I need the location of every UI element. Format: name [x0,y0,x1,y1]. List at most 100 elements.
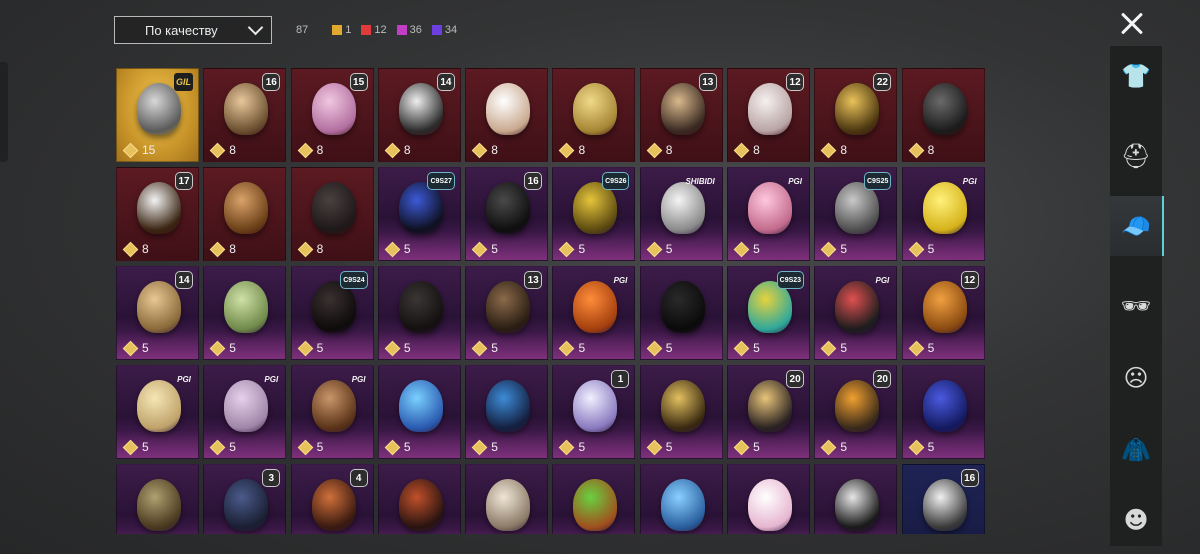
item-tile[interactable]: 15 [552,365,636,459]
item-tile[interactable] [639,464,723,534]
level-badge: 14 [436,73,455,91]
item-art-icon [748,182,793,234]
item-tile[interactable]: PGI 5 [116,365,199,459]
item-tile[interactable]: C9S27 5 [377,167,461,261]
item-cost-value: 5 [927,341,935,355]
item-cost: 5 [821,241,847,257]
item-cost-value: 5 [665,440,673,454]
category-tab-face[interactable]: ☻ [1110,490,1162,550]
level-badge: 13 [698,73,717,91]
currency-icon [384,241,401,257]
item-tile[interactable] [552,464,636,534]
item-tile[interactable]: 8 [203,167,287,261]
category-tab-cap[interactable]: 🧢 [1110,196,1164,256]
item-cost-value: 8 [491,143,498,157]
sort-quality-dropdown[interactable]: По качеству [114,16,272,44]
item-cost: 5 [821,439,848,455]
item-tile[interactable]: C9S24 5 [290,266,374,360]
item-cost: 8 [646,142,672,158]
item-tile[interactable]: 8 [552,68,636,162]
item-tile[interactable]: 5 [901,365,985,459]
currency-icon [384,439,401,455]
item-tile[interactable]: 4 [290,464,374,534]
item-tile[interactable]: 16 [901,464,985,534]
item-tile[interactable]: 17 8 [116,167,199,261]
item-tile[interactable]: PGI 5 [290,365,374,459]
item-tile[interactable]: 8 [465,68,549,162]
level-badge: 15 [349,73,368,91]
season-badge: C9S26 [602,172,630,190]
item-tile[interactable] [377,464,461,534]
item-tile[interactable]: 14 5 [116,266,199,360]
item-tile[interactable]: C9S23 5 [727,266,811,360]
item-cost-value: 5 [316,440,324,454]
item-tile[interactable]: 3 [203,464,287,534]
item-tile[interactable]: SHIBIDI 5 [639,167,723,261]
item-tile[interactable]: 12 5 [901,266,985,360]
item-tile[interactable]: 5 [639,365,723,459]
item-cost-value: 8 [316,242,324,256]
item-cost: 5 [122,439,149,455]
item-tile[interactable]: 12 8 [727,68,811,162]
item-tile[interactable]: 20 5 [814,365,898,459]
item-cost-value: 5 [578,341,586,355]
item-art-icon [922,380,967,432]
item-tile[interactable]: PGI 5 [727,167,811,261]
item-tile[interactable]: 13 8 [639,68,723,162]
count-red: 12 [361,24,387,36]
item-tile[interactable]: 14 8 [377,68,461,162]
item-cost-value: 5 [753,440,760,454]
item-tile[interactable]: PGI 5 [814,266,898,360]
item-art-icon [922,83,967,135]
item-tile[interactable]: C9S25 5 [814,167,898,261]
category-tab-helmet[interactable]: ⛑ [1110,126,1162,186]
level-badge: 22 [873,73,892,91]
item-tile[interactable] [116,464,199,534]
close-icon[interactable] [1116,8,1148,40]
currency-icon [559,142,575,158]
currency-icon [908,340,924,356]
item-tile[interactable]: 20 5 [727,365,811,459]
mask-icon: ☹ [1123,364,1149,392]
category-tab-jacket[interactable]: 🧥 [1110,420,1162,480]
item-tile[interactable]: 15 8 [290,68,374,162]
currency-icon [210,340,226,356]
item-cost-value: 5 [840,341,848,355]
category-sidebar: 👕 ⛑ 🧢 🕶 ☹ 🧥 ☻ [1110,46,1164,546]
gold-swatch [332,25,343,35]
item-tile[interactable]: 22 8 [814,68,898,162]
item-tile[interactable]: 5 [203,266,287,360]
item-art-icon [748,83,793,135]
item-art-icon [137,380,181,432]
item-tile[interactable]: PGI 5 [901,167,985,261]
cap-icon: 🧢 [1121,212,1151,240]
item-tile[interactable]: 5 [639,266,723,360]
item-tile[interactable] [814,464,898,534]
item-tile[interactable]: GIL 15 [116,68,199,162]
currency-icon [297,241,313,257]
item-tile[interactable]: 8 [290,167,374,261]
item-tile[interactable]: 5 [465,365,549,459]
item-tile[interactable]: 5 [377,266,461,360]
item-art-icon [224,83,269,135]
item-art-icon [660,281,705,333]
item-art-icon [224,479,269,531]
item-tile[interactable]: 5 [377,365,461,459]
item-tile[interactable]: PGI 5 [552,266,636,360]
item-tile[interactable]: PGI 5 [203,365,287,459]
item-tile[interactable]: C9S26 5 [552,167,636,261]
item-tile[interactable]: 8 [901,68,985,162]
item-cost: 5 [646,439,673,455]
category-tab-goggles[interactable]: 🕶 [1110,276,1162,336]
item-tile[interactable] [465,464,549,534]
item-cost-value: 5 [403,242,411,256]
item-tile[interactable] [727,464,811,534]
item-tile[interactable]: 13 5 [465,266,549,360]
currency-icon [646,142,663,158]
category-tab-mask[interactable]: ☹ [1110,348,1162,408]
item-tile[interactable]: 16 5 [465,167,549,261]
category-tab-outfit[interactable]: 👕 [1110,46,1162,106]
item-cost-value: 5 [840,440,848,454]
item-cost: 8 [471,142,498,158]
item-tile[interactable]: 16 8 [203,68,287,162]
